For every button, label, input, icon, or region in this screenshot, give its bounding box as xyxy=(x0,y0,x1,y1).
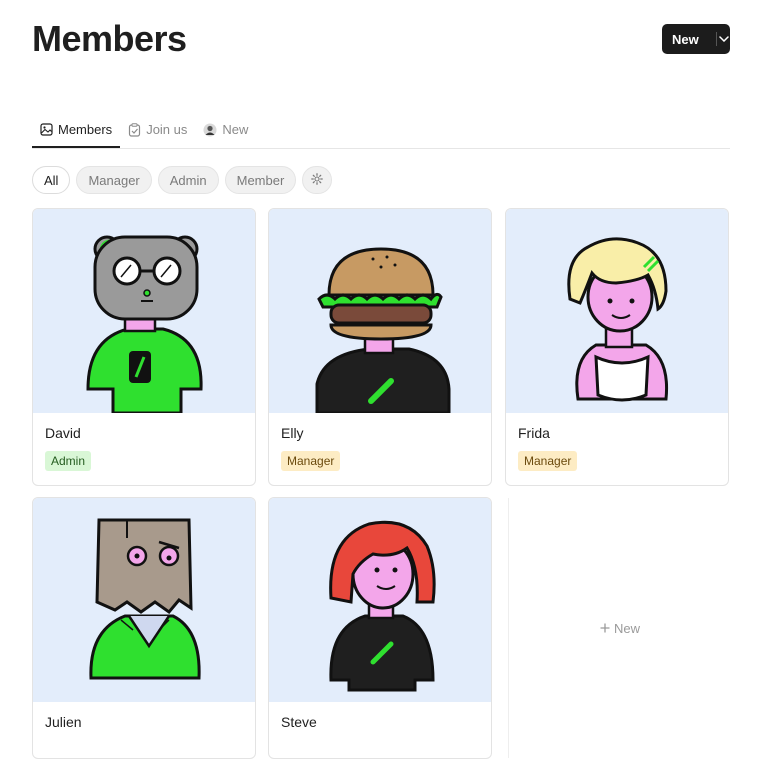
member-card[interactable]: David Admin xyxy=(32,208,256,486)
filter-manager[interactable]: Manager xyxy=(76,166,152,194)
checklist-icon xyxy=(128,122,141,137)
filter-all[interactable]: All xyxy=(32,166,71,194)
image-icon xyxy=(40,122,53,136)
gear-icon xyxy=(311,172,324,188)
tab-label: Join us xyxy=(146,122,188,137)
member-illustration-steve xyxy=(269,498,491,702)
member-name: David xyxy=(45,425,81,441)
member-card[interactable]: Steve xyxy=(268,497,492,759)
member-name: Elly xyxy=(281,425,304,441)
page-title: Members xyxy=(32,18,187,59)
tab-new[interactable]: New xyxy=(195,112,256,147)
role-badge: Manager xyxy=(518,451,578,471)
tab-join-us[interactable]: Join us xyxy=(120,112,195,147)
member-card[interactable]: Julien xyxy=(32,497,256,759)
role-badge: Admin xyxy=(45,451,92,471)
filter-admin[interactable]: Admin xyxy=(157,166,219,194)
member-name: Julien xyxy=(45,714,82,730)
member-illustration-frida xyxy=(506,209,728,413)
tab-members[interactable]: Members xyxy=(32,112,121,148)
add-member-label: New xyxy=(613,620,640,636)
member-illustration-paper-bag xyxy=(33,498,255,702)
plus-icon xyxy=(600,621,610,636)
member-name: Steve xyxy=(281,714,317,730)
new-button[interactable]: New xyxy=(662,32,706,47)
role-badge: Manager xyxy=(281,451,341,471)
add-member-card[interactable]: New xyxy=(508,498,731,758)
filter-settings-button[interactable] xyxy=(302,166,333,194)
member-card[interactable]: Frida Manager xyxy=(505,208,729,486)
chevron-down-icon[interactable] xyxy=(717,36,730,42)
avatar-icon xyxy=(203,123,217,137)
filter-member[interactable]: Member xyxy=(224,166,297,194)
view-tabs: Members Join us New xyxy=(32,112,730,149)
new-split-button[interactable]: New xyxy=(662,24,730,54)
filter-bar: All Manager Admin Member xyxy=(32,166,333,194)
tab-label: Members xyxy=(58,121,113,137)
member-card[interactable]: Elly Manager xyxy=(268,208,492,486)
tab-label: New xyxy=(222,122,249,137)
member-illustration-burger xyxy=(269,209,491,413)
member-name: Frida xyxy=(518,425,550,441)
member-illustration-bear xyxy=(33,209,255,413)
